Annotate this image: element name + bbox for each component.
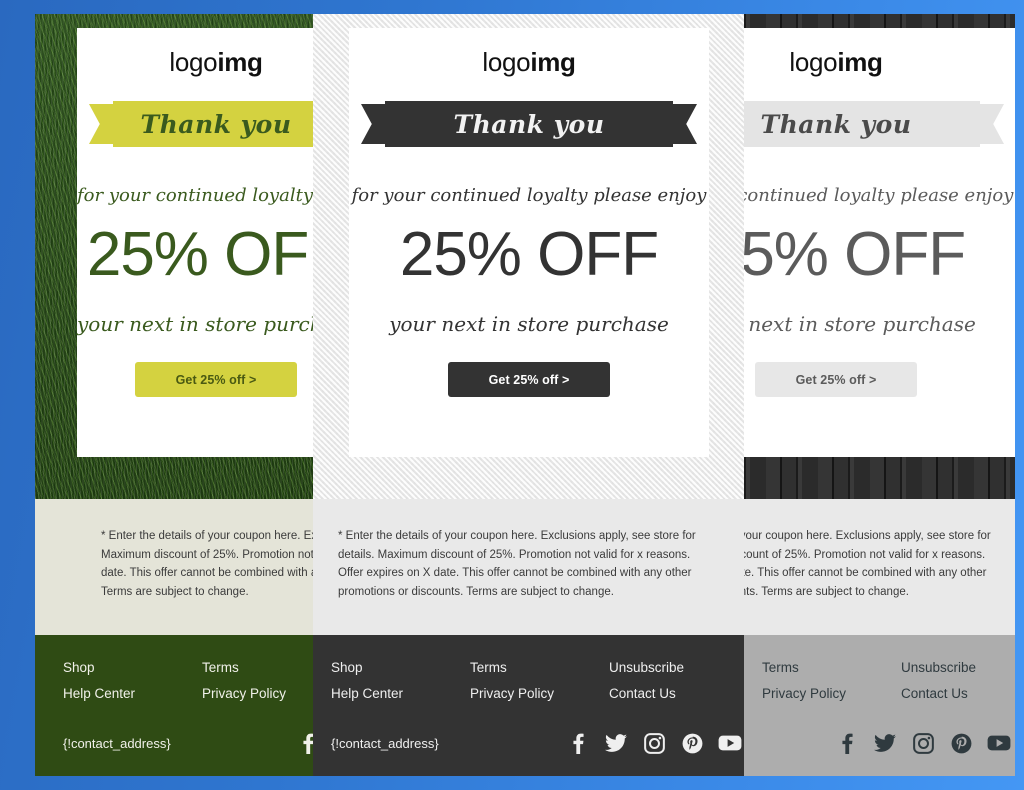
ribbon-tail-left [89,104,113,144]
email-variant-dark[interactable]: logoimg Thank you for your continued loy… [313,14,744,776]
footer-link-unsubscribe[interactable]: Unsubscribe [901,660,1015,675]
logo-text-bold: img [837,47,883,77]
pinterest-icon[interactable] [948,730,974,756]
footer-contact-address: {!contact_address} [63,736,171,751]
cta-button[interactable]: Get 25% off > [755,362,917,397]
ribbon-label: Thank you [140,109,292,139]
youtube-icon[interactable] [717,730,743,756]
brand-logo: logoimg [77,28,313,75]
fineprint-section: * Enter the details of your coupon here.… [744,499,1015,635]
footer-column-1: Shop Help Center [63,660,202,712]
footer-link-columns: Shop Help Center Terms Privacy Policy Un… [331,660,744,712]
thank-you-ribbon: Thank you [744,101,1004,147]
subline: your next in store purchase [77,312,313,336]
footer-link-privacy-policy[interactable]: Privacy Policy [762,686,901,701]
cta-button[interactable]: Get 25% off > [135,362,297,397]
headline-discount: 25% OFF [744,220,966,289]
footer-column-1: Shop Help Center [331,660,470,712]
footer-link-help-center[interactable]: Help Center [744,686,762,701]
logo-text-light: logo [482,47,531,77]
footer-link-terms[interactable]: Terms [202,660,313,675]
instagram-icon[interactable] [641,730,667,756]
twitter-icon[interactable] [603,730,629,756]
ribbon-label: Thank you [453,109,605,139]
fineprint-text: * Enter the details of your coupon here.… [101,530,313,598]
subline: your next in store purchase [744,312,976,336]
headline-discount: 25% OFF [399,220,659,289]
footer-link-contact-us[interactable]: Contact Us [609,686,744,701]
email-template-previews: logoimg Thank you for your continued loy… [0,0,1024,790]
email-variant-grey[interactable]: logoimg Thank you for your continued loy… [744,14,1015,776]
footer-link-help-center[interactable]: Help Center [331,686,470,701]
logo-text-bold: img [217,47,263,77]
youtube-icon[interactable] [986,730,1012,756]
tagline: for your continued loyalty please enjoy [351,185,707,206]
footer-link-privacy-policy[interactable]: Privacy Policy [202,686,313,701]
footer-column-3: Unsubscribe Contact Us [609,660,744,712]
footer-link-terms[interactable]: Terms [762,660,901,675]
brand-logo: logoimg [349,28,709,75]
instagram-icon[interactable] [910,730,936,756]
twitter-icon[interactable] [872,730,898,756]
tagline: for your continued loyalty please enjoy [744,185,1014,206]
ribbon-band: Thank you [744,101,980,147]
email-footer: Shop Help Center Terms Privacy Policy Un… [313,635,744,776]
email-footer: Shop Help Center Terms Privacy Policy Un… [35,635,313,776]
social-links [565,730,743,756]
fineprint-text: * Enter the details of your coupon here.… [744,530,991,598]
facebook-icon[interactable] [565,730,591,756]
headline-discount: 25% OFF [86,220,313,289]
facebook-icon[interactable] [834,730,860,756]
social-links [295,730,313,756]
footer-contact-address: {!contact_address} [331,736,439,751]
fineprint-text: * Enter the details of your coupon here.… [338,530,696,598]
brand-logo: logoimg [744,28,1015,75]
footer-column-3: Unsubscribe Contact Us [901,660,1015,712]
subline: your next in store purchase [389,312,669,336]
footer-link-columns: Shop Help Center Terms Privacy Policy Un… [63,660,313,712]
ribbon-tail-right [980,104,1004,144]
ribbon-tail-left [361,104,385,144]
fineprint-section: * Enter the details of your coupon here.… [35,499,313,635]
fineprint-section: * Enter the details of your coupon here.… [313,499,744,635]
footer-link-columns: Shop Help Center Terms Privacy Policy Un… [744,660,1015,712]
footer-column-2: Terms Privacy Policy [202,660,313,712]
footer-link-unsubscribe[interactable]: Unsubscribe [609,660,744,675]
footer-link-terms[interactable]: Terms [470,660,609,675]
cta-button[interactable]: Get 25% off > [448,362,610,397]
pinterest-icon[interactable] [679,730,705,756]
logo-text-bold: img [530,47,576,77]
footer-column-1: Shop Help Center [744,660,762,712]
footer-link-shop[interactable]: Shop [744,660,762,675]
logo-text-light: logo [789,47,838,77]
logo-text-light: logo [169,47,218,77]
coupon-card: logoimg Thank you for your continued loy… [744,28,1015,457]
tagline: for your continued loyalty please enjoy [77,185,313,206]
ribbon-band: Thank you [113,101,313,147]
ribbon-tail-right [673,104,697,144]
footer-link-help-center[interactable]: Help Center [63,686,202,701]
thank-you-ribbon: Thank you [361,101,697,147]
ribbon-label: Thank you [760,109,912,139]
email-footer: Shop Help Center Terms Privacy Policy Un… [744,635,1015,776]
email-variant-green[interactable]: logoimg Thank you for your continued loy… [35,14,313,776]
thank-you-ribbon: Thank you [89,101,313,147]
footer-link-shop[interactable]: Shop [331,660,470,675]
footer-link-privacy-policy[interactable]: Privacy Policy [470,686,609,701]
coupon-card: logoimg Thank you for your continued loy… [349,28,709,457]
social-links [834,730,1012,756]
facebook-icon[interactable] [295,730,313,756]
footer-column-2: Terms Privacy Policy [470,660,609,712]
footer-link-contact-us[interactable]: Contact Us [901,686,1015,701]
ribbon-band: Thank you [385,101,673,147]
coupon-card: logoimg Thank you for your continued loy… [77,28,313,457]
footer-link-shop[interactable]: Shop [63,660,202,675]
footer-column-2: Terms Privacy Policy [762,660,901,712]
